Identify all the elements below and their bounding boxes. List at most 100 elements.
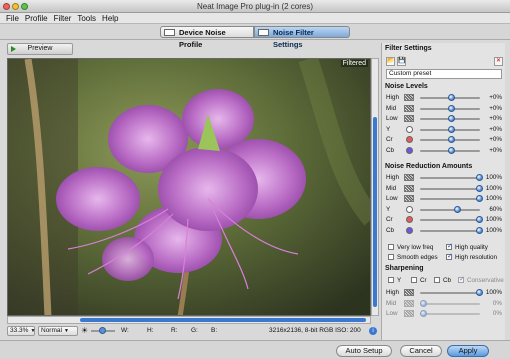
cancel-button[interactable]: Cancel: [400, 345, 442, 357]
slider-knob[interactable]: [476, 226, 483, 234]
preview-tab[interactable]: Preview: [7, 43, 73, 55]
slider-label: Cb: [386, 226, 395, 234]
slider-track[interactable]: [420, 198, 480, 200]
high-quality-checkbox[interactable]: [446, 242, 453, 250]
slider-value: 0%: [492, 310, 502, 317]
brightness-icon[interactable]: ☀: [81, 325, 88, 337]
filtered-badge: Filtered: [340, 60, 368, 67]
smooth-edges-checkbox[interactable]: [388, 254, 394, 260]
sharpen-y-label: Y: [397, 277, 402, 284]
noise-filter-settings-label: Noise Filter Settings: [273, 28, 314, 49]
slider-label: Low: [386, 195, 398, 202]
slider-knob[interactable]: [448, 94, 455, 101]
slider-track[interactable]: [420, 208, 480, 211]
slider-value: +0%: [489, 146, 502, 154]
slider-knob[interactable]: [476, 289, 483, 296]
slider-knob[interactable]: [448, 104, 455, 112]
slider-track[interactable]: [420, 302, 480, 305]
sharpen-cr-label: Cr: [420, 277, 427, 284]
blue-readout: B:: [211, 327, 218, 334]
save-preset-icon[interactable]: 💾: [397, 57, 406, 66]
slider-track[interactable]: [420, 229, 480, 232]
filter-icon: [258, 29, 269, 36]
slider-row-low: Low 0%: [384, 309, 504, 319]
very-low-freq-checkbox[interactable]: [388, 244, 394, 250]
device-noise-profile-tab[interactable]: Device Noise Profile: [160, 26, 254, 49]
slider-knob[interactable]: [448, 136, 455, 143]
slider-value: +0%: [489, 136, 502, 143]
high-quality-label: High quality: [455, 244, 488, 251]
green-readout: G:: [191, 327, 198, 334]
slider-knob[interactable]: [453, 205, 461, 213]
slider-row-y: Y 60%: [384, 205, 504, 215]
slider-track[interactable]: [420, 219, 480, 221]
slider-label: Y: [386, 125, 391, 133]
vertical-scroll-thumb[interactable]: [373, 117, 377, 307]
slider-knob[interactable]: [476, 195, 483, 202]
slider-row-mid: Mid 0%: [384, 299, 504, 309]
dialog-buttons-bar: Auto Setup Cancel Apply: [0, 340, 510, 359]
preview-horizontal-scrollbar[interactable]: [7, 316, 371, 324]
slider-knob[interactable]: [476, 216, 483, 223]
flower-photo: [8, 59, 370, 315]
menu-tools[interactable]: Tools: [77, 13, 96, 23]
slider-knob[interactable]: [448, 115, 455, 122]
preview-vertical-scrollbar[interactable]: [371, 58, 379, 316]
channel-color-icon: [406, 205, 413, 213]
channel-color-icon: [406, 216, 413, 223]
channel-color-icon: [406, 226, 413, 234]
apply-button[interactable]: Apply: [447, 345, 489, 357]
slider-track[interactable]: [420, 177, 480, 179]
image-preview[interactable]: Filtered: [7, 58, 371, 316]
slider-value: 100%: [485, 226, 502, 234]
frequency-pattern-icon: [404, 104, 414, 112]
slider-knob[interactable]: [448, 146, 455, 154]
window-title: Neat Image Pro plug-in (2 cores): [196, 2, 314, 11]
slider-label: Y: [386, 205, 391, 213]
slider-label: High: [386, 289, 399, 296]
slider-value: 100%: [485, 174, 502, 181]
menu-profile[interactable]: Profile: [25, 13, 48, 23]
zoom-select[interactable]: 33.3% ▼: [7, 326, 35, 336]
slider-value: +0%: [489, 115, 502, 122]
preview-tab-label: Preview: [27, 45, 53, 52]
menu-file[interactable]: File: [6, 13, 19, 23]
slider-track[interactable]: [420, 292, 480, 294]
menu-bar: File Profile Filter Tools Help: [0, 13, 510, 24]
noise-reduction-title: Noise Reduction Amounts: [385, 163, 473, 170]
info-icon[interactable]: i: [369, 327, 377, 335]
high-resolution-checkbox[interactable]: [446, 252, 453, 260]
slider-row-high: High +0%: [384, 93, 504, 103]
conservative-checkbox[interactable]: [458, 275, 465, 283]
frequency-pattern-icon: [404, 184, 414, 192]
slider-knob[interactable]: [420, 310, 427, 317]
slider-knob[interactable]: [448, 125, 455, 133]
slider-knob[interactable]: [420, 299, 427, 307]
preview-status-bar: 33.3% ▼ Normal ▼ ☀ W: H: R: G: B: 3216x213…: [7, 325, 379, 337]
view-mode-select[interactable]: Normal ▼: [38, 326, 78, 336]
slider-value: +0%: [489, 94, 502, 101]
menu-filter[interactable]: Filter: [54, 13, 72, 23]
window-titlebar: Neat Image Pro plug-in (2 cores): [0, 0, 510, 13]
sharpen-y-checkbox[interactable]: [388, 277, 394, 283]
open-preset-icon[interactable]: 📂: [386, 57, 395, 66]
slider-knob[interactable]: [476, 174, 483, 181]
menu-help[interactable]: Help: [102, 13, 118, 23]
slider-row-cr: Cr +0%: [384, 135, 504, 145]
reset-preset-icon[interactable]: ✕: [494, 57, 503, 66]
noise-filter-settings-tab[interactable]: Noise Filter Settings: [254, 26, 350, 49]
sharpening-title: Sharpening: [385, 265, 424, 272]
preset-select[interactable]: Custom preset: [386, 69, 502, 79]
sharpen-cr-checkbox[interactable]: [411, 277, 417, 283]
horizontal-scroll-thumb[interactable]: [80, 318, 366, 322]
auto-setup-button[interactable]: Auto Setup: [336, 345, 392, 357]
view-mode-value: Normal: [41, 327, 62, 334]
slider-track[interactable]: [420, 187, 480, 190]
brightness-knob[interactable]: [99, 327, 106, 334]
profile-icon: [164, 29, 175, 36]
sharpen-cb-checkbox[interactable]: [434, 277, 440, 283]
device-noise-profile-label: Device Noise Profile: [179, 28, 226, 49]
channel-color-icon: [406, 136, 413, 143]
slider-track[interactable]: [420, 313, 480, 315]
slider-knob[interactable]: [476, 184, 483, 192]
